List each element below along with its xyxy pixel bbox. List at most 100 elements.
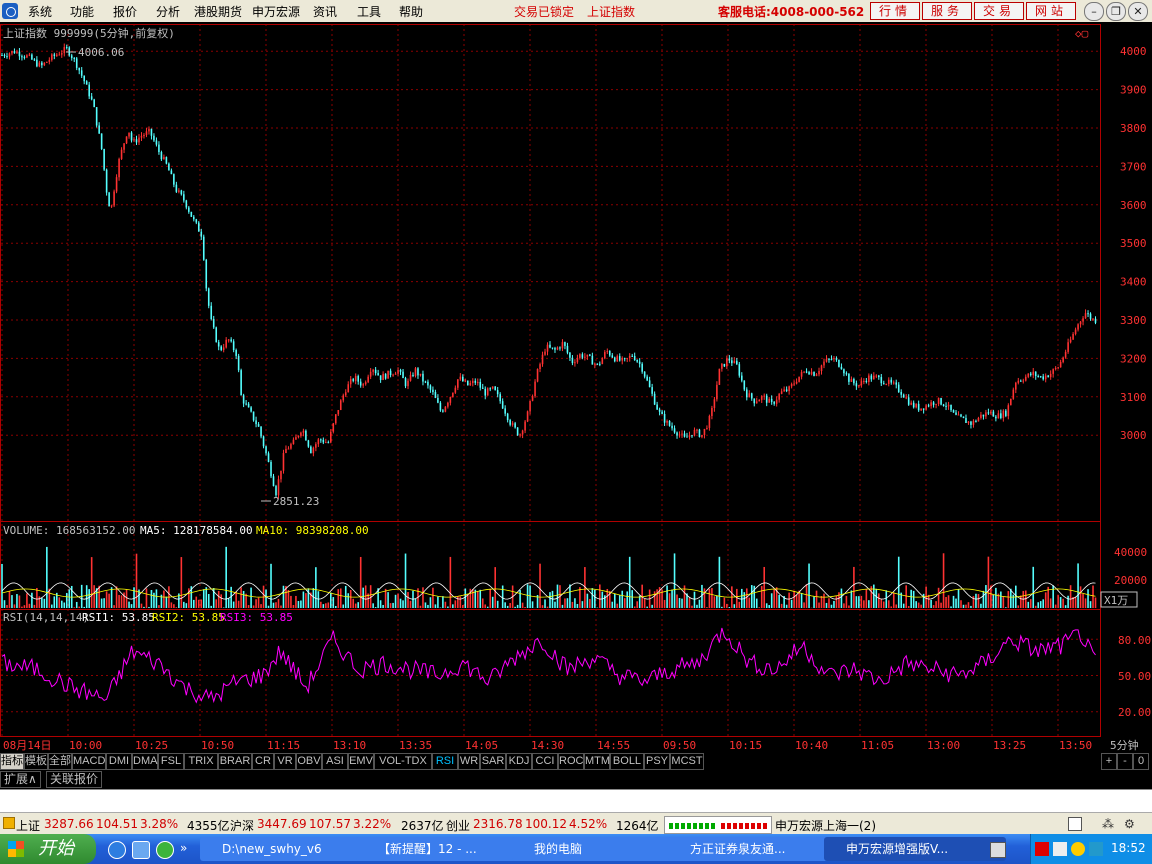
- volume-unit-label[interactable]: X1万: [1104, 594, 1128, 607]
- price-candle-body: [599, 363, 601, 365]
- price-candle-body: [716, 384, 718, 400]
- price-candle-body: [696, 429, 698, 431]
- quicklaunch-more-icon[interactable]: »: [180, 841, 187, 855]
- price-candle-body: [853, 379, 855, 384]
- ie-icon[interactable]: [108, 841, 126, 859]
- price-candle-body: [287, 448, 290, 450]
- high-price-label: 4006.06: [78, 46, 124, 59]
- price-candle-body: [26, 55, 28, 58]
- expand-tab[interactable]: 扩展∧: [0, 771, 41, 788]
- tray-network-icon[interactable]: [1089, 842, 1103, 856]
- indicator-tab-asi[interactable]: ASI: [322, 753, 348, 770]
- price-candle-body: [863, 380, 865, 382]
- indicator-tab-macd[interactable]: MACD: [72, 753, 106, 770]
- related-quote-tab[interactable]: 关联报价: [46, 771, 103, 788]
- price-candle-body: [651, 387, 653, 394]
- price-candle-body: [202, 236, 205, 260]
- price-candle-body: [768, 398, 770, 403]
- price-candle-body: [676, 432, 678, 436]
- indicator-tab-mtm[interactable]: MTM: [584, 753, 610, 770]
- time-axis-label: 13:10: [333, 739, 366, 752]
- indicator-tab-obv[interactable]: OBV: [296, 753, 322, 770]
- task-fangzheng[interactable]: 方正证券泉友通...: [668, 837, 840, 861]
- indicator-tab-模板[interactable]: 模板: [24, 753, 48, 770]
- task-folder[interactable]: D:\new_swhy_v6: [200, 837, 372, 861]
- price-candle-body: [479, 381, 482, 388]
- period-label[interactable]: 5分钟: [1110, 738, 1139, 752]
- indicator-tab-sar[interactable]: SAR: [480, 753, 506, 770]
- tray-volume-icon[interactable]: [1053, 842, 1067, 856]
- indicator-tab-rsi[interactable]: RSI: [432, 753, 458, 770]
- indicator-tab-wr[interactable]: WR: [458, 753, 480, 770]
- price-candle-body: [987, 412, 990, 414]
- tray-flag-icon[interactable]: [1035, 842, 1049, 856]
- task-my-computer[interactable]: 我的电脑: [512, 837, 684, 861]
- rsi2-label: RSI2: 53.85: [152, 611, 225, 624]
- price-candle-body: [840, 366, 843, 370]
- status-window-icon[interactable]: [1068, 817, 1082, 831]
- chart-area[interactable]: 上证指数 999999(5分钟,前复权) ◇▢ 4006.06 2851.23 …: [0, 0, 1152, 812]
- time-axis-label: 10:00: [69, 739, 102, 752]
- indicator-tab-cci[interactable]: CCI: [532, 753, 558, 770]
- price-candle-body: [536, 369, 539, 382]
- indicator-tab-dmi[interactable]: DMI: [106, 753, 132, 770]
- task-browser[interactable]: 【新提醒】12 - ...: [356, 837, 528, 861]
- price-candle-body: [541, 354, 544, 365]
- price-candle-body: [265, 446, 267, 454]
- server-name[interactable]: 申万宏源上海一(2): [775, 817, 876, 834]
- price-candle-body: [474, 380, 477, 383]
- price-candle-body: [399, 369, 402, 372]
- chart-option-icon[interactable]: ◇▢: [1075, 27, 1089, 40]
- indicator-tab-brar[interactable]: BRAR: [218, 753, 252, 770]
- indicator-tab-vr[interactable]: VR: [274, 753, 296, 770]
- zoom-out-button[interactable]: -: [1117, 753, 1133, 770]
- price-candle-body: [434, 392, 437, 398]
- price-candle-body: [178, 190, 180, 192]
- browser-icon[interactable]: [156, 841, 174, 859]
- price-candle-body: [240, 370, 242, 396]
- indicator-tab-cr[interactable]: CR: [252, 753, 274, 770]
- zoom-in-button[interactable]: +: [1101, 753, 1117, 770]
- price-candle-body: [292, 439, 295, 445]
- indicator-tab-mcst[interactable]: MCST: [670, 753, 704, 770]
- indicator-tab-全部[interactable]: 全部: [48, 753, 72, 770]
- show-desktop-icon[interactable]: [990, 842, 1006, 858]
- indicator-tab-vol-tdx[interactable]: VOL-TDX: [374, 753, 432, 770]
- outlook-icon[interactable]: [132, 841, 150, 859]
- indicator-tab-emv[interactable]: EMV: [348, 753, 374, 770]
- connection-icon[interactable]: ⁂: [1102, 817, 1114, 831]
- price-candle-body: [1062, 357, 1064, 362]
- price-candle-body: [143, 135, 145, 137]
- price-candle-body: [940, 398, 942, 405]
- price-candle-body: [70, 55, 73, 59]
- price-candle-body: [770, 398, 773, 402]
- indicator-tab-fsl[interactable]: FSL: [158, 753, 184, 770]
- price-candle-body: [38, 62, 41, 67]
- indicator-tab-roc[interactable]: ROC: [558, 753, 584, 770]
- price-candle-body: [447, 402, 449, 407]
- clock[interactable]: 18:52: [1111, 841, 1146, 855]
- hs-label[interactable]: 沪深: [230, 817, 254, 834]
- indicator-tab-psy[interactable]: PSY: [644, 753, 670, 770]
- start-button[interactable]: 开始: [0, 834, 96, 864]
- price-candle-body: [496, 390, 499, 395]
- zoom-reset-button[interactable]: 0: [1133, 753, 1149, 770]
- cy-label[interactable]: 创业: [446, 817, 470, 834]
- indicator-tab-boll[interactable]: BOLL: [610, 753, 644, 770]
- indicator-tab-dma[interactable]: DMA: [132, 753, 158, 770]
- price-candle-body: [589, 354, 591, 356]
- price-candle-body: [733, 360, 736, 364]
- indicator-tab-指标[interactable]: 指标: [0, 753, 24, 770]
- task-swhy[interactable]: 申万宏源增强版V...: [824, 837, 1006, 861]
- indicator-tab-kdj[interactable]: KDJ: [506, 753, 532, 770]
- settings-icon[interactable]: ⚙: [1124, 817, 1135, 831]
- price-candle-body: [519, 434, 521, 436]
- sh-label[interactable]: 上证: [16, 817, 40, 834]
- price-candle-body: [656, 404, 658, 410]
- price-candle-body: [1087, 313, 1089, 315]
- indicator-tab-trix[interactable]: TRIX: [184, 753, 218, 770]
- price-candle-body: [1094, 318, 1097, 323]
- price-candle-body: [230, 339, 232, 342]
- price-candle-body: [384, 373, 387, 379]
- tray-shield-icon[interactable]: [1071, 842, 1085, 856]
